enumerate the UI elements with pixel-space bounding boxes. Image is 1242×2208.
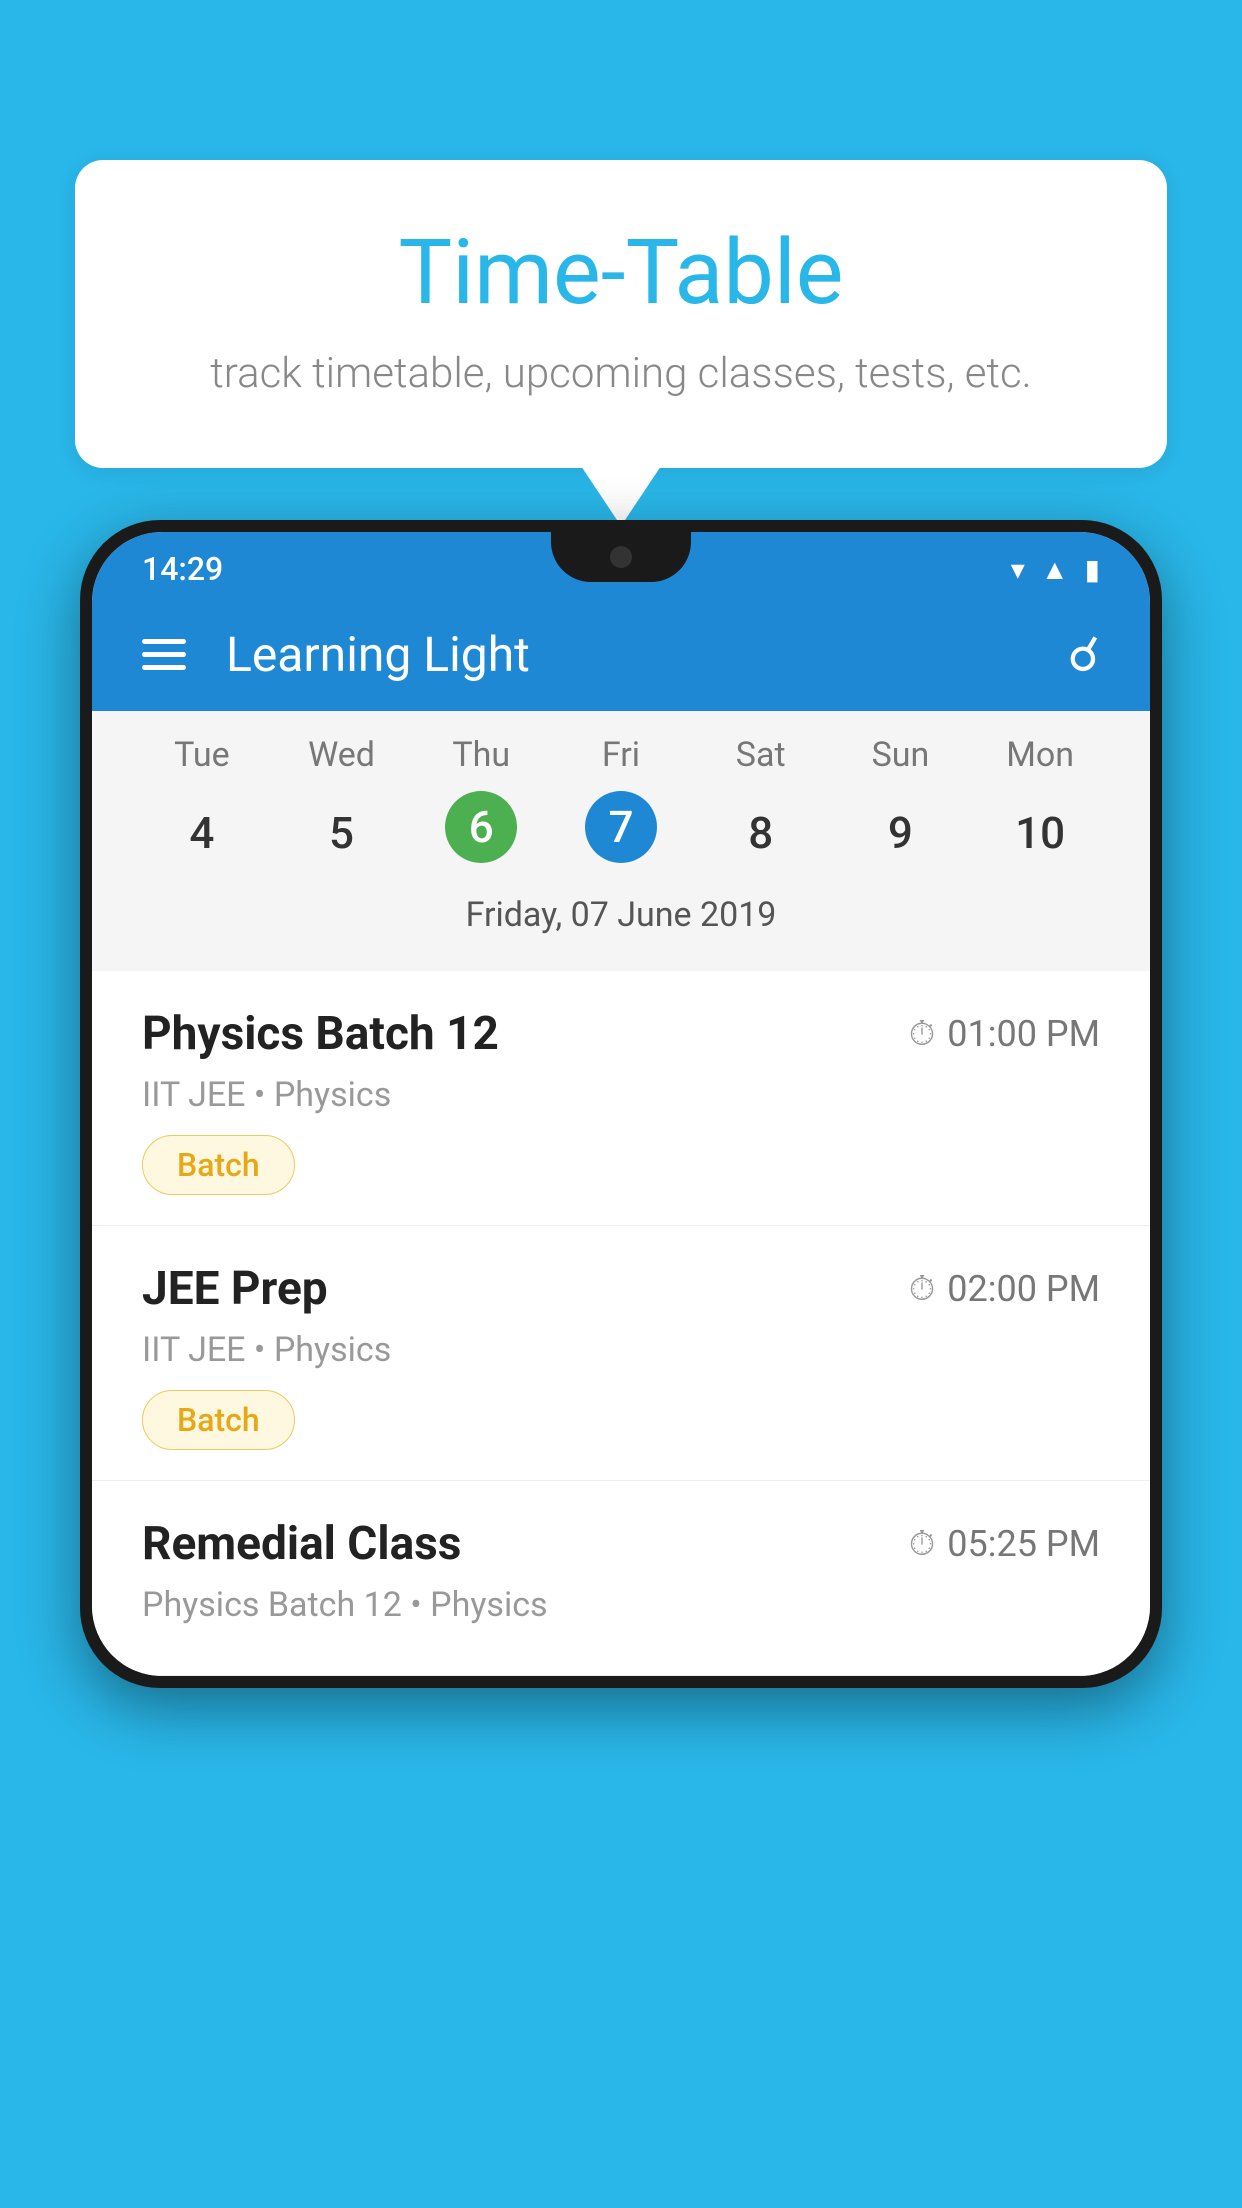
- batch-tag: Batch: [142, 1390, 295, 1450]
- bubble-subtitle: track timetable, upcoming classes, tests…: [155, 349, 1087, 398]
- phone-device: 14:29 ▾ ▲ ▮ Learning Light ☌: [80, 520, 1162, 1688]
- app-title: Learning Light: [226, 626, 1068, 683]
- schedule-item-header: Remedial Class ⏱ 05:25 PM: [142, 1517, 1100, 1571]
- phone-wrapper: 14:29 ▾ ▲ ▮ Learning Light ☌: [80, 520, 1162, 2208]
- status-bar: 14:29 ▾ ▲ ▮: [92, 532, 1150, 598]
- day-headers: TueWedThuFriSatSunMon: [132, 735, 1110, 775]
- day-number[interactable]: 9: [831, 791, 971, 875]
- day-number[interactable]: 4: [132, 791, 272, 875]
- day-number[interactable]: 5: [272, 791, 412, 875]
- phone-screen: 14:29 ▾ ▲ ▮ Learning Light ☌: [92, 532, 1150, 1676]
- schedule-title: Physics Batch 12: [142, 1007, 499, 1061]
- schedule-item[interactable]: Physics Batch 12 ⏱ 01:00 PM IIT JEE • Physi…: [92, 971, 1150, 1226]
- day-header: Thu: [411, 735, 551, 775]
- camera: [610, 546, 632, 568]
- clock-icon: ⏱: [909, 1014, 936, 1054]
- batch-tag: Batch: [142, 1135, 295, 1195]
- time-text: 05:25 PM: [947, 1523, 1100, 1565]
- schedule-subtitle: IIT JEE • Physics: [142, 1075, 1100, 1115]
- speech-bubble-container: Time-Table track timetable, upcoming cla…: [75, 160, 1167, 526]
- day-header: Sat: [691, 735, 831, 775]
- time-text: 01:00 PM: [947, 1013, 1100, 1055]
- schedule-subtitle: Physics Batch 12 • Physics: [142, 1585, 1100, 1625]
- schedule-title: Remedial Class: [142, 1517, 461, 1571]
- schedule-list: Physics Batch 12 ⏱ 01:00 PM IIT JEE • Physi…: [92, 971, 1150, 1676]
- status-time: 14:29: [142, 550, 223, 588]
- clock-icon: ⏱: [909, 1269, 936, 1309]
- day-number[interactable]: 10: [970, 791, 1110, 875]
- schedule-item[interactable]: JEE Prep ⏱ 02:00 PM IIT JEE • Physics Batch: [92, 1226, 1150, 1481]
- schedule-item[interactable]: Remedial Class ⏱ 05:25 PM Physics Batch 12 …: [92, 1481, 1150, 1676]
- day-header: Wed: [272, 735, 412, 775]
- search-button[interactable]: ☌: [1068, 626, 1100, 683]
- phone-notch: [551, 532, 691, 582]
- day-numbers: 45678910: [132, 791, 1110, 875]
- schedule-title: JEE Prep: [142, 1262, 328, 1316]
- status-icons: ▾ ▲ ▮: [1011, 553, 1100, 586]
- time-text: 02:00 PM: [947, 1268, 1100, 1310]
- day-number[interactable]: 8: [691, 791, 831, 875]
- clock-icon: ⏱: [909, 1524, 936, 1564]
- battery-icon: ▮: [1085, 553, 1100, 586]
- selected-date-label: Friday, 07 June 2019: [132, 895, 1110, 947]
- schedule-time: ⏱ 01:00 PM: [909, 1013, 1100, 1055]
- day-header: Tue: [132, 735, 272, 775]
- schedule-item-header: JEE Prep ⏱ 02:00 PM: [142, 1262, 1100, 1316]
- day-header: Sun: [831, 735, 971, 775]
- day-header: Fri: [551, 735, 691, 775]
- day-number[interactable]: 7: [585, 791, 657, 863]
- bubble-arrow: [581, 466, 661, 526]
- schedule-time: ⏱ 05:25 PM: [909, 1523, 1100, 1565]
- signal-icon: ▲: [1041, 553, 1069, 586]
- schedule-item-header: Physics Batch 12 ⏱ 01:00 PM: [142, 1007, 1100, 1061]
- wifi-icon: ▾: [1011, 553, 1025, 586]
- day-header: Mon: [970, 735, 1110, 775]
- day-number[interactable]: 6: [445, 791, 517, 863]
- calendar-section: TueWedThuFriSatSunMon 45678910 Friday, 0…: [92, 711, 1150, 971]
- bubble-title: Time-Table: [155, 220, 1087, 325]
- hamburger-button[interactable]: [142, 639, 186, 670]
- schedule-time: ⏱ 02:00 PM: [909, 1268, 1100, 1310]
- app-bar: Learning Light ☌: [92, 598, 1150, 711]
- speech-bubble: Time-Table track timetable, upcoming cla…: [75, 160, 1167, 468]
- schedule-subtitle: IIT JEE • Physics: [142, 1330, 1100, 1370]
